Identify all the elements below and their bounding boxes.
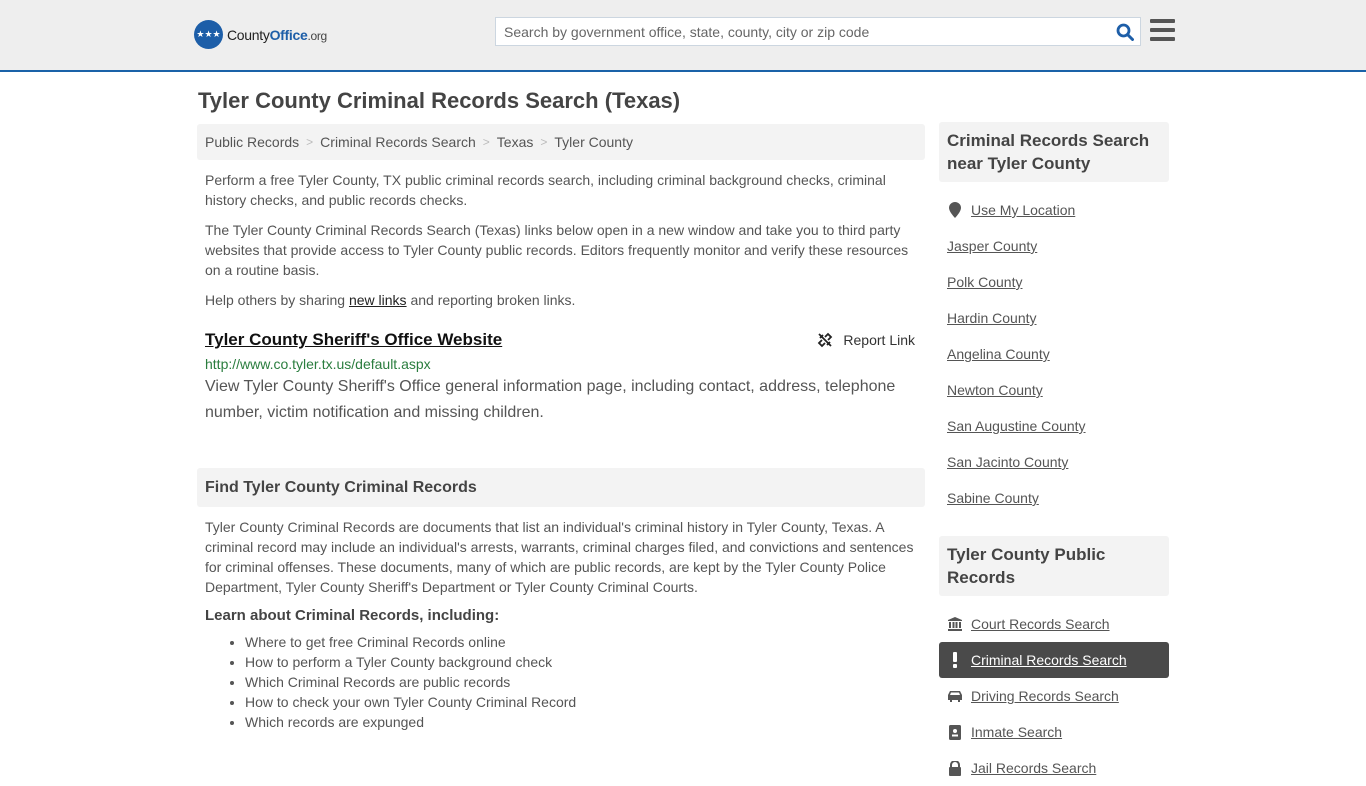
driving-records-link[interactable]: Driving Records Search — [971, 688, 1119, 704]
disclaimer-paragraph: The Tyler County Criminal Records Search… — [205, 222, 909, 278]
breadcrumb-separator: > — [540, 135, 548, 149]
nearby-county-item[interactable]: Sabine County — [939, 480, 1169, 516]
intro-paragraph: Perform a free Tyler County, TX public c… — [205, 172, 886, 208]
criminal-records-link[interactable]: Criminal Records Search — [971, 652, 1127, 668]
learn-heading: Learn about Criminal Records, including: — [205, 607, 500, 624]
new-links-link[interactable]: new links — [349, 292, 407, 308]
car-icon — [947, 690, 963, 702]
sidebar-item-inmate-search[interactable]: Inmate Search — [939, 714, 1169, 750]
lock-icon — [947, 760, 963, 776]
nearby-county-item[interactable]: Angelina County — [939, 336, 1169, 372]
public-records-list: Court Records Search Criminal Records Se… — [939, 606, 1169, 786]
inmate-search-link[interactable]: Inmate Search — [971, 724, 1062, 740]
listing-title-link[interactable]: Tyler County Sheriff's Office Website — [205, 330, 502, 350]
nearby-county-item[interactable]: Polk County — [939, 264, 1169, 300]
report-link-button[interactable]: Report Link — [817, 332, 915, 348]
sidebar-item-criminal-records[interactable]: Criminal Records Search — [939, 642, 1169, 678]
nearby-list: Use My Location Jasper County Polk Count… — [939, 192, 1169, 516]
logo-org: .org — [307, 28, 327, 43]
share-text-end: and reporting broken links. — [406, 292, 576, 308]
find-records-paragraph: Tyler County Criminal Records are docume… — [205, 519, 914, 595]
nearby-county-item[interactable]: San Augustine County — [939, 408, 1169, 444]
site-logo[interactable]: ★★★ CountyOffice.org — [194, 20, 327, 49]
listing-url[interactable]: http://www.co.tyler.tx.us/default.aspx — [205, 356, 917, 372]
page-title: Tyler County Criminal Records Search (Te… — [198, 88, 681, 113]
sidebar: Criminal Records Search near Tyler Count… — [939, 122, 1169, 786]
courthouse-icon — [947, 617, 963, 631]
list-item: How to perform a Tyler County background… — [245, 652, 925, 672]
nearby-county-link[interactable]: Sabine County — [947, 490, 1039, 506]
breadcrumb-texas[interactable]: Texas — [497, 134, 534, 150]
map-marker-icon — [947, 202, 963, 218]
search-input[interactable] — [496, 18, 1110, 45]
share-paragraph: Help others by sharing new links and rep… — [197, 290, 925, 310]
listing-item: Tyler County Sheriff's Office Website Re… — [197, 330, 925, 426]
nearby-county-link[interactable]: Polk County — [947, 274, 1022, 290]
header: ★★★ CountyOffice.org — [0, 0, 1366, 72]
nearby-county-item[interactable]: Hardin County — [939, 300, 1169, 336]
learn-list: Where to get free Criminal Records onlin… — [197, 632, 925, 732]
list-item: How to check your own Tyler County Crimi… — [245, 692, 925, 712]
list-item: Which Criminal Records are public record… — [245, 672, 925, 692]
nearby-county-link[interactable]: San Jacinto County — [947, 454, 1068, 470]
nearby-county-item[interactable]: Newton County — [939, 372, 1169, 408]
id-badge-icon — [947, 724, 963, 740]
share-text: Help others by sharing — [205, 292, 349, 308]
breadcrumb-public-records[interactable]: Public Records — [205, 134, 299, 150]
court-records-link[interactable]: Court Records Search — [971, 616, 1110, 632]
hamburger-menu-icon[interactable] — [1150, 19, 1175, 41]
use-my-location-item[interactable]: Use My Location — [939, 192, 1169, 228]
nearby-county-item[interactable]: San Jacinto County — [939, 444, 1169, 480]
logo-eagle-icon: ★★★ — [194, 20, 223, 49]
nearby-county-link[interactable]: Hardin County — [947, 310, 1037, 326]
logo-text: CountyOffice.org — [227, 27, 327, 43]
sidebar-item-driving-records[interactable]: Driving Records Search — [939, 678, 1169, 714]
find-records-heading: Find Tyler County Criminal Records — [197, 468, 925, 507]
breadcrumb: Public Records > Criminal Records Search… — [197, 124, 925, 160]
logo-office: Office — [269, 26, 308, 43]
list-item: Where to get free Criminal Records onlin… — [245, 632, 925, 652]
search-bar — [495, 17, 1141, 46]
search-icon — [1116, 23, 1134, 41]
logo-county: County — [227, 26, 270, 43]
breadcrumb-criminal-records-search[interactable]: Criminal Records Search — [320, 134, 476, 150]
listing-description: View Tyler County Sheriff's Office gener… — [205, 378, 896, 421]
search-button[interactable] — [1110, 18, 1140, 45]
broken-link-icon — [818, 332, 833, 348]
list-item: Which records are expunged — [245, 712, 925, 732]
breadcrumb-separator: > — [306, 135, 314, 149]
nearby-county-link[interactable]: Angelina County — [947, 346, 1050, 362]
main-content: Public Records > Criminal Records Search… — [197, 124, 925, 732]
nearby-county-link[interactable]: San Augustine County — [947, 418, 1086, 434]
breadcrumb-separator: > — [482, 135, 490, 149]
breadcrumb-tyler-county[interactable]: Tyler County — [554, 134, 633, 150]
exclamation-icon — [947, 652, 963, 668]
use-my-location-link[interactable]: Use My Location — [971, 202, 1075, 218]
nearby-heading: Criminal Records Search near Tyler Count… — [939, 122, 1169, 182]
public-records-heading: Tyler County Public Records — [939, 536, 1169, 596]
nearby-county-item[interactable]: Jasper County — [939, 228, 1169, 264]
sidebar-item-court-records[interactable]: Court Records Search — [939, 606, 1169, 642]
report-link-label: Report Link — [843, 332, 915, 348]
nearby-county-link[interactable]: Newton County — [947, 382, 1043, 398]
jail-records-link[interactable]: Jail Records Search — [971, 760, 1096, 776]
nearby-county-link[interactable]: Jasper County — [947, 238, 1037, 254]
sidebar-item-jail-records[interactable]: Jail Records Search — [939, 750, 1169, 786]
